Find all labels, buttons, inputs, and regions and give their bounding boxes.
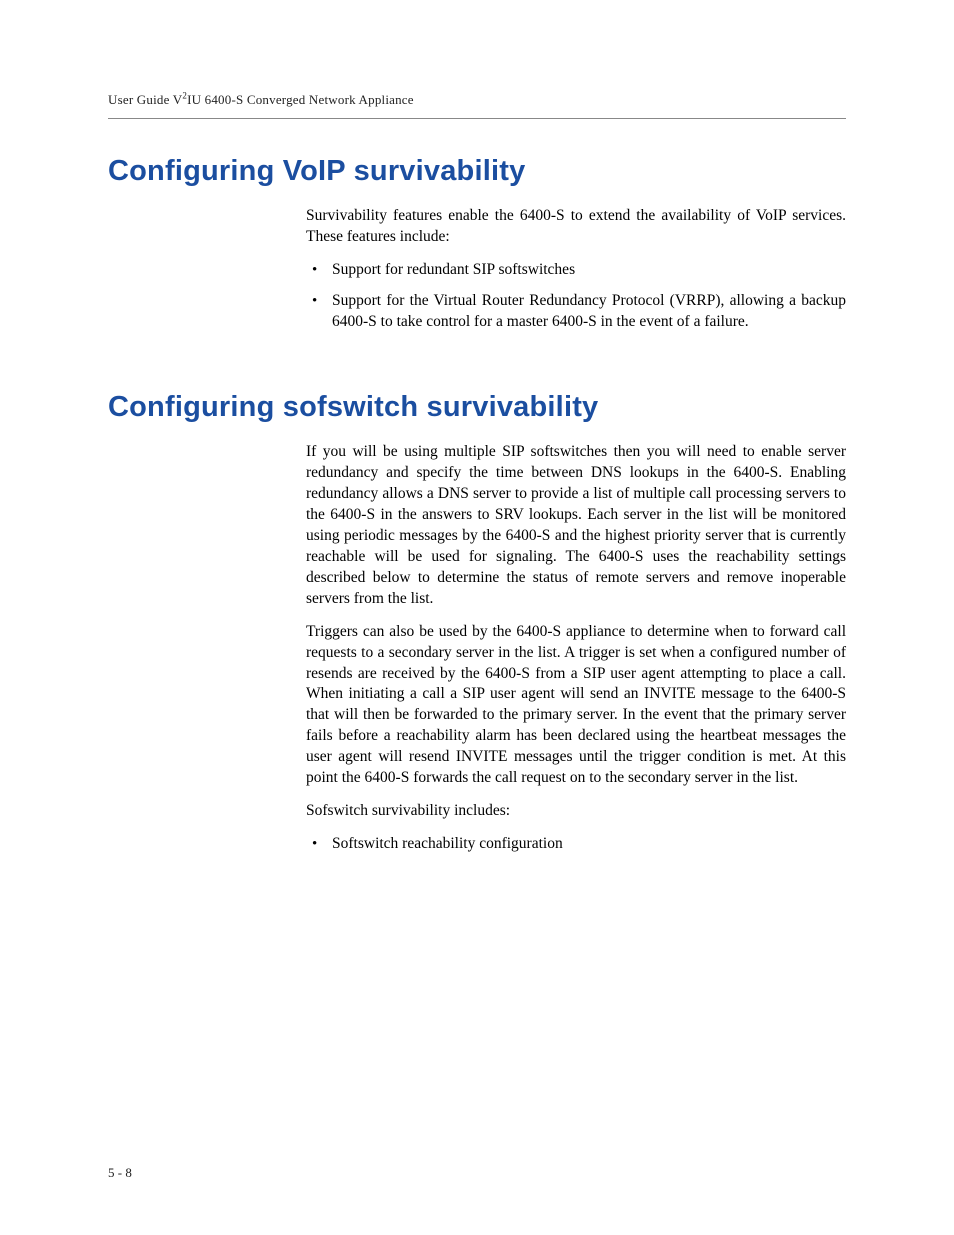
list-item: Support for the Virtual Router Redundanc… bbox=[306, 291, 846, 333]
list-item: Support for redundant SIP softswitches bbox=[306, 260, 846, 281]
body-paragraph: Triggers can also be used by the 6400-S … bbox=[306, 622, 846, 789]
section-body: Survivability features enable the 6400-S… bbox=[306, 206, 846, 333]
section-body: If you will be using multiple SIP softsw… bbox=[306, 442, 846, 855]
header-prefix: User Guide V bbox=[108, 92, 182, 107]
list-item: Softswitch reachability configuration bbox=[306, 834, 846, 855]
section-heading: Configuring sofswitch survivability bbox=[108, 391, 846, 424]
section-heading: Configuring VoIP survivability bbox=[108, 155, 846, 188]
section-gap bbox=[108, 343, 846, 391]
content-area: Configuring VoIP survivability Survivabi… bbox=[108, 119, 846, 855]
page-number: 5 - 8 bbox=[108, 1165, 132, 1181]
body-paragraph: Sofswitch survivability includes: bbox=[306, 801, 846, 822]
bullet-list: Softswitch reachability configuration bbox=[306, 834, 846, 855]
header-suffix: IU 6400-S Converged Network Appliance bbox=[187, 92, 414, 107]
document-page: User Guide V2IU 6400-S Converged Network… bbox=[0, 0, 954, 1235]
bullet-list: Support for redundant SIP softswitches S… bbox=[306, 260, 846, 333]
running-header: User Guide V2IU 6400-S Converged Network… bbox=[108, 92, 846, 119]
body-paragraph: If you will be using multiple SIP softsw… bbox=[306, 442, 846, 609]
body-paragraph: Survivability features enable the 6400-S… bbox=[306, 206, 846, 248]
